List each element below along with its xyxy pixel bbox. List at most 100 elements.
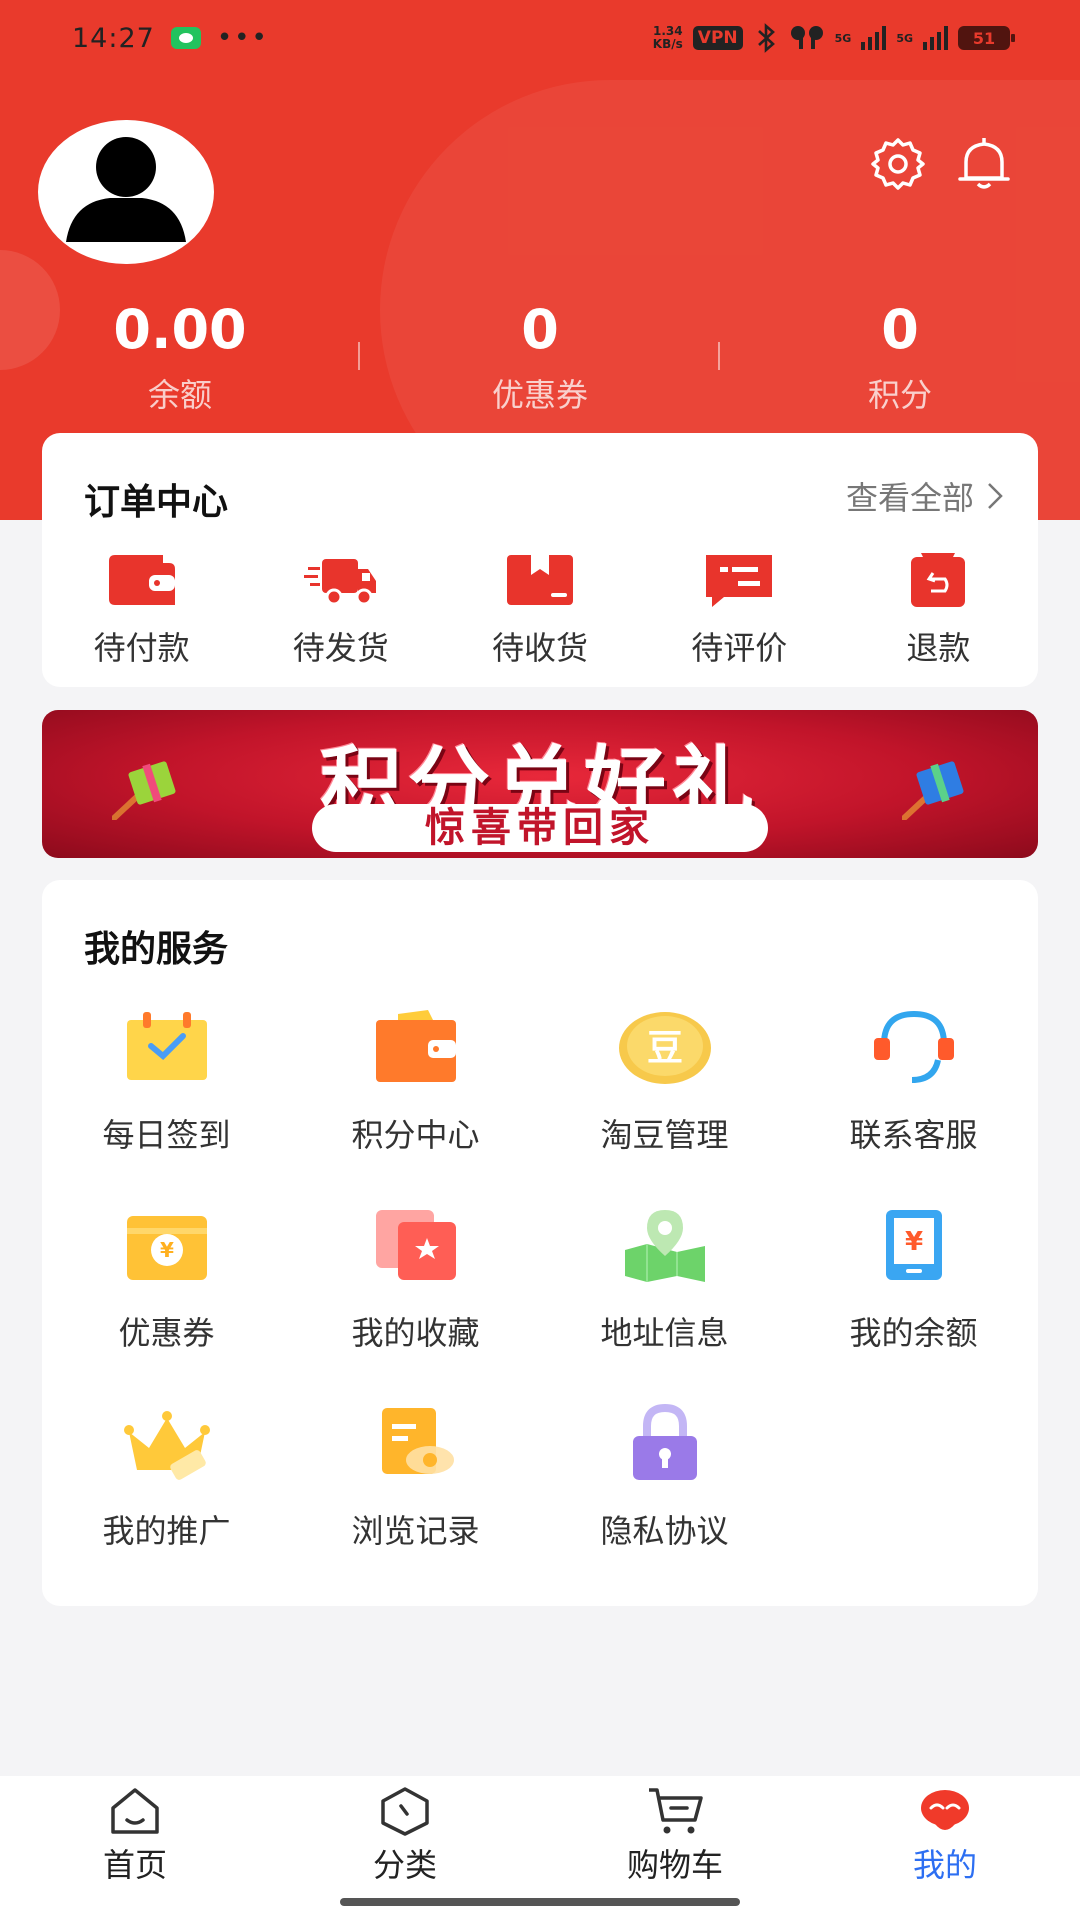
points-value: 0 bbox=[881, 298, 919, 361]
net-type-2: 5G bbox=[896, 31, 913, 45]
cart-icon bbox=[649, 1788, 703, 1834]
battery-level: 51 bbox=[972, 28, 996, 48]
order-label: 退款 bbox=[906, 629, 971, 667]
home-indicator[interactable] bbox=[340, 1898, 740, 1906]
order-pending-shipment[interactable]: 待发货 bbox=[241, 551, 440, 669]
vpn-badge: VPN bbox=[692, 26, 743, 50]
order-center-title: 订单中心 bbox=[84, 482, 229, 523]
service-label: 我的收藏 bbox=[351, 1314, 480, 1352]
balance-value: 0.00 bbox=[113, 298, 247, 361]
view-all-label: 查看全部 bbox=[845, 479, 974, 517]
calendar-check-icon bbox=[126, 1012, 207, 1080]
tab-label: 分类 bbox=[372, 1846, 437, 1884]
order-label: 待收货 bbox=[492, 629, 589, 667]
service-label: 隐私协议 bbox=[600, 1512, 729, 1550]
svg-text:¥: ¥ bbox=[904, 1227, 922, 1257]
order-pending-payment[interactable]: 待付款 bbox=[42, 551, 241, 669]
tab-label: 购物车 bbox=[626, 1846, 723, 1884]
stat-balance[interactable]: 0.00 余额 bbox=[0, 290, 360, 416]
status-time: 14:27 bbox=[72, 22, 155, 54]
coupons-label: 优惠券 bbox=[491, 376, 588, 414]
order-label: 待发货 bbox=[292, 629, 389, 667]
order-pending-receipt[interactable]: 待收货 bbox=[440, 551, 639, 669]
tab-profile[interactable]: 我的 bbox=[810, 1776, 1080, 1920]
order-label: 待付款 bbox=[93, 629, 190, 667]
account-stats: 0.00 余额 0 优惠券 0 积分 bbox=[0, 290, 1080, 416]
service-my-balance[interactable]: ¥ 我的余额 bbox=[789, 1206, 1038, 1404]
svg-text:豆: 豆 bbox=[646, 1028, 682, 1069]
bluetooth-icon bbox=[757, 23, 775, 53]
order-center-card: 订单中心 查看全部 待付款 待发货 待收货 待评价 退款 bbox=[42, 433, 1038, 687]
service-label: 地址信息 bbox=[600, 1314, 729, 1352]
history-icon bbox=[381, 1408, 454, 1474]
coupons-value: 0 bbox=[521, 298, 559, 361]
order-pending-review[interactable]: 待评价 bbox=[640, 551, 839, 669]
gift-box-icon bbox=[902, 761, 964, 820]
bean-coin-icon: 豆 bbox=[618, 1012, 711, 1084]
stat-coupons[interactable]: 0 优惠券 bbox=[360, 290, 720, 416]
view-all-orders-link[interactable]: 查看全部 bbox=[846, 473, 1004, 519]
service-browsing-history[interactable]: 浏览记录 bbox=[291, 1404, 540, 1602]
service-label: 我的推广 bbox=[102, 1512, 231, 1550]
notification-bell-icon[interactable] bbox=[954, 134, 1014, 194]
settings-gear-icon[interactable] bbox=[868, 134, 928, 194]
order-label: 待评价 bbox=[691, 629, 788, 667]
service-customer-support[interactable]: 联系客服 bbox=[789, 1008, 1038, 1206]
service-favorites[interactable]: 我的收藏 bbox=[291, 1206, 540, 1404]
tab-label: 首页 bbox=[102, 1846, 167, 1884]
service-my-promotion[interactable]: 我的推广 bbox=[42, 1404, 291, 1602]
wechat-notification-icon bbox=[170, 27, 201, 49]
lock-icon bbox=[632, 1404, 697, 1480]
svg-text:¥: ¥ bbox=[160, 1238, 174, 1262]
banner-subline: 惊喜带回家 bbox=[312, 804, 768, 852]
tab-label: 我的 bbox=[912, 1846, 977, 1884]
status-bar: 14:27 ••• 1.34 KB/s VPN 5G 5G 51 bbox=[72, 18, 1015, 58]
service-label: 联系客服 bbox=[849, 1116, 978, 1154]
net-type-1: 5G bbox=[834, 31, 852, 45]
favorites-icon bbox=[375, 1210, 456, 1280]
category-icon bbox=[381, 1787, 429, 1836]
user-silhouette-icon bbox=[66, 137, 186, 242]
service-label: 浏览记录 bbox=[351, 1512, 480, 1550]
service-label: 积分中心 bbox=[351, 1116, 480, 1154]
service-address-info[interactable]: 地址信息 bbox=[540, 1206, 789, 1404]
balance-label: 余额 bbox=[147, 376, 212, 414]
crown-icon bbox=[123, 1411, 210, 1480]
service-privacy-policy[interactable]: 隐私协议 bbox=[540, 1404, 789, 1602]
earbuds-icon bbox=[790, 26, 823, 49]
home-icon bbox=[111, 1788, 159, 1834]
battery-icon: 51 bbox=[958, 26, 1015, 50]
service-label: 我的余额 bbox=[849, 1314, 978, 1352]
chevron-right-icon bbox=[988, 483, 1003, 509]
delivery-truck-icon bbox=[303, 559, 376, 606]
wallet-icon bbox=[375, 1010, 456, 1082]
more-notifications-icon: ••• bbox=[216, 23, 269, 53]
service-bean-management[interactable]: 豆 淘豆管理 bbox=[540, 1008, 789, 1206]
stat-points[interactable]: 0 积分 bbox=[720, 290, 1080, 416]
signal-strength-icon-2 bbox=[923, 26, 948, 50]
package-icon bbox=[507, 555, 573, 605]
coupon-icon: ¥ bbox=[126, 1216, 207, 1280]
review-icon bbox=[706, 555, 773, 607]
service-label: 淘豆管理 bbox=[600, 1116, 729, 1154]
wallet-icon bbox=[108, 555, 175, 605]
signal-strength-icon bbox=[861, 26, 887, 50]
services-title: 我的服务 bbox=[84, 929, 229, 970]
headset-icon bbox=[873, 1010, 954, 1083]
balance-icon: ¥ bbox=[885, 1210, 942, 1280]
service-daily-checkin[interactable]: 每日签到 bbox=[42, 1008, 291, 1206]
my-services-card: 我的服务 每日签到 积分中心 豆 淘豆管理 联系客服 ¥ 优惠券 我的收藏 地址… bbox=[42, 880, 1038, 1606]
service-coupons[interactable]: ¥ 优惠券 bbox=[42, 1206, 291, 1404]
service-label: 优惠券 bbox=[118, 1314, 215, 1352]
service-points-center[interactable]: 积分中心 bbox=[291, 1008, 540, 1206]
avatar[interactable] bbox=[38, 120, 214, 264]
network-speed: 1.34 KB/s bbox=[653, 25, 683, 51]
points-exchange-banner[interactable]: 积分兑好礼 惊喜带回家 bbox=[42, 710, 1038, 858]
refund-icon bbox=[911, 553, 966, 607]
speed-unit: KB/s bbox=[652, 37, 683, 51]
profile-mascot-icon bbox=[921, 1790, 969, 1830]
tab-home[interactable]: 首页 bbox=[0, 1776, 270, 1920]
order-refund[interactable]: 退款 bbox=[839, 551, 1038, 669]
points-label: 积分 bbox=[867, 376, 932, 414]
service-label: 每日签到 bbox=[102, 1116, 231, 1154]
